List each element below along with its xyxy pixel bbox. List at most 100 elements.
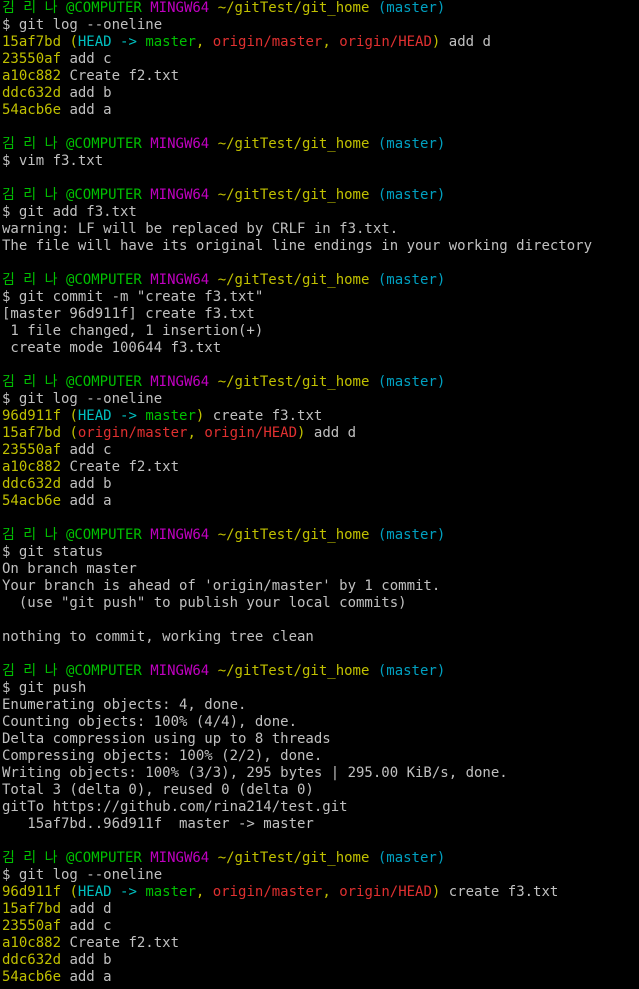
commit-hash: 15af7bd — [2, 901, 62, 917]
prompt-user: 김 리 나 — [2, 663, 58, 679]
output-text: $ git log --oneline — [2, 391, 163, 407]
commit-message: add b — [61, 476, 112, 492]
output-line: $ git log --oneline — [0, 391, 639, 408]
output-line: warning: LF will be replaced by CRLF in … — [0, 221, 639, 238]
commit-hash: ddc632d — [2, 476, 62, 492]
log-line: ddc632d add b — [0, 476, 639, 493]
prompt-env: MINGW64 — [150, 527, 210, 543]
ref-punctuation: ( — [61, 34, 78, 50]
log-line: 54acb6e add a — [0, 102, 639, 119]
commit-message: add d — [61, 901, 112, 917]
prompt-branch: (master) — [377, 527, 446, 543]
prompt-path: ~/gitTest/git_home — [217, 0, 370, 16]
output-line: Writing objects: 100% (3/3), 295 bytes |… — [0, 765, 639, 782]
prompt-path: ~/gitTest/git_home — [217, 374, 370, 390]
log-line: 15af7bd (origin/master, origin/HEAD) add… — [0, 425, 639, 442]
output-text: nothing to commit, working tree clean — [2, 629, 314, 645]
output-text: On branch master — [2, 561, 137, 577]
output-line: $ git log --oneline — [0, 17, 639, 34]
ref-punctuation: , — [322, 34, 340, 50]
commit-hash: 15af7bd — [2, 34, 62, 50]
log-line: 23550af add c — [0, 51, 639, 68]
commit-message: add a — [61, 493, 112, 509]
ref-local-branch: master — [145, 408, 196, 424]
commit-hash: 96d911f — [2, 408, 62, 424]
log-line: 96d911f (HEAD -> master) create f3.txt — [0, 408, 639, 425]
output-line: $ git log --oneline — [0, 867, 639, 884]
prompt-env: MINGW64 — [150, 663, 210, 679]
output-text: Enumerating objects: 4, done. — [2, 697, 247, 713]
commit-hash: 96d911f — [2, 884, 62, 900]
output-text: 1 file changed, 1 insertion(+) — [2, 323, 264, 339]
commit-hash: 54acb6e — [2, 969, 62, 985]
output-line: Compressing objects: 100% (2/2), done. — [0, 748, 639, 765]
commit-hash: 54acb6e — [2, 102, 62, 118]
commit-hash: 23550af — [2, 442, 62, 458]
output-line: (use "git push" to publish your local co… — [0, 595, 639, 612]
prompt-host: @COMPUTER — [65, 663, 142, 679]
terminal-window[interactable]: 김 리 나 @COMPUTER MINGW64 ~/gitTest/git_ho… — [0, 0, 639, 989]
prompt-branch: (master) — [377, 272, 446, 288]
output-text: warning: LF will be replaced by CRLF in … — [2, 221, 399, 237]
commit-hash: 23550af — [2, 918, 62, 934]
commit-message: add b — [61, 85, 112, 101]
output-text: Counting objects: 100% (4/4), done. — [2, 714, 298, 730]
ref-punctuation: ( — [61, 884, 78, 900]
prompt-user: 김 리 나 — [2, 136, 58, 152]
commit-hash: 23550af — [2, 51, 62, 67]
prompt-branch: (master) — [377, 850, 446, 866]
commit-hash: 54acb6e — [2, 493, 62, 509]
output-line: Counting objects: 100% (4/4), done. — [0, 714, 639, 731]
prompt-env: MINGW64 — [150, 136, 210, 152]
commit-hash: a10c882 — [2, 935, 62, 951]
prompt-branch: (master) — [377, 663, 446, 679]
log-line: 15af7bd (HEAD -> master, origin/master, … — [0, 34, 639, 51]
ref-remote-branch: origin/master — [212, 34, 323, 50]
output-line: nothing to commit, working tree clean — [0, 629, 639, 646]
output-text: Your branch is ahead of 'origin/master' … — [2, 578, 441, 594]
ref-punctuation: , — [187, 425, 205, 441]
output-text: 15af7bd..96d911f master -> master — [2, 816, 314, 832]
commit-message: Create f2.txt — [61, 68, 180, 84]
prompt-env: MINGW64 — [150, 272, 210, 288]
prompt-line: 김 리 나 @COMPUTER MINGW64 ~/gitTest/git_ho… — [0, 136, 639, 153]
output-line: $ git add f3.txt — [0, 204, 639, 221]
output-line: Delta compression using up to 8 threads — [0, 731, 639, 748]
prompt-branch: (master) — [377, 374, 446, 390]
ref-remote-branch: origin/master — [77, 425, 188, 441]
output-text: gitTo https://github.com/rina214/test.gi… — [2, 799, 348, 815]
output-text: Compressing objects: 100% (2/2), done. — [2, 748, 323, 764]
ref-remote-branch: origin/HEAD — [339, 884, 432, 900]
prompt-line: 김 리 나 @COMPUTER MINGW64 ~/gitTest/git_ho… — [0, 850, 639, 867]
commit-hash: ddc632d — [2, 952, 62, 968]
prompt-host: @COMPUTER — [65, 272, 142, 288]
output-text: (use "git push" to publish your local co… — [2, 595, 407, 611]
output-text: Delta compression using up to 8 threads — [2, 731, 331, 747]
prompt-host: @COMPUTER — [65, 0, 142, 16]
prompt-env: MINGW64 — [150, 374, 210, 390]
prompt-line: 김 리 나 @COMPUTER MINGW64 ~/gitTest/git_ho… — [0, 0, 639, 17]
log-line: 96d911f (HEAD -> master, origin/master, … — [0, 884, 639, 901]
log-line: 15af7bd add d — [0, 901, 639, 918]
commit-message: add c — [61, 51, 112, 67]
